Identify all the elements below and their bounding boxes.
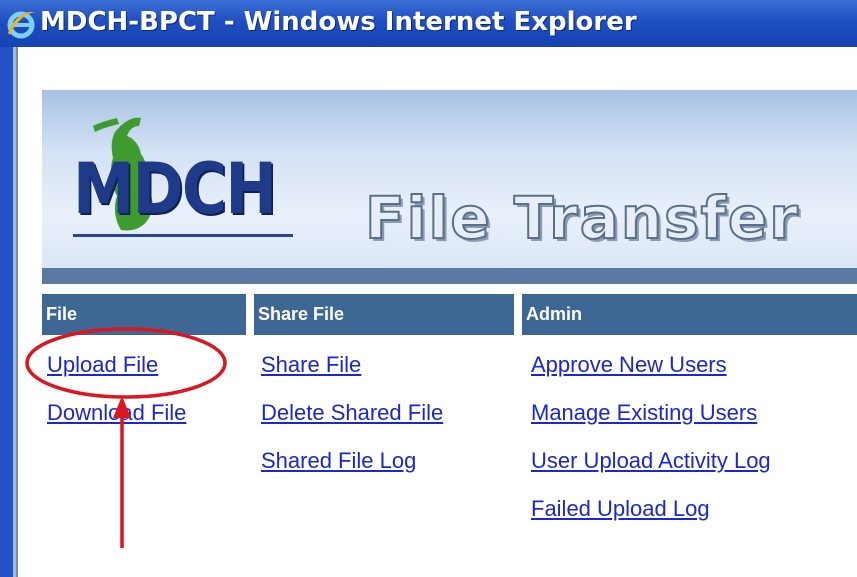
logo-text: MDCH bbox=[73, 148, 277, 230]
download-file-link[interactable]: Download File bbox=[47, 399, 186, 427]
share-column-header: Share File bbox=[254, 294, 514, 335]
share-file-link[interactable]: Share File bbox=[261, 351, 361, 379]
banner-title: File Transfer bbox=[364, 184, 800, 252]
banner-bar bbox=[42, 268, 857, 284]
banner-gap bbox=[42, 284, 857, 294]
admin-column-header: Admin bbox=[522, 294, 857, 335]
shared-file-log-link[interactable]: Shared File Log bbox=[261, 447, 416, 475]
logo-underline bbox=[73, 234, 293, 237]
window-titlebar[interactable]: MDCH-BPCT - Windows Internet Explorer bbox=[0, 0, 857, 47]
file-column-header: File bbox=[42, 294, 246, 335]
window-title: MDCH-BPCT - Windows Internet Explorer bbox=[40, 7, 637, 37]
manage-existing-users-link[interactable]: Manage Existing Users bbox=[531, 399, 757, 427]
user-upload-activity-log-link[interactable]: User Upload Activity Log bbox=[531, 447, 771, 475]
approve-new-users-link[interactable]: Approve New Users bbox=[531, 351, 727, 379]
mdch-logo: MDCH bbox=[73, 144, 293, 234]
delete-shared-file-link[interactable]: Delete Shared File bbox=[261, 399, 443, 427]
upload-file-link[interactable]: Upload File bbox=[47, 351, 158, 379]
window-frame bbox=[0, 47, 13, 577]
failed-upload-log-link[interactable]: Failed Upload Log bbox=[531, 495, 710, 523]
internet-explorer-icon bbox=[7, 11, 35, 39]
